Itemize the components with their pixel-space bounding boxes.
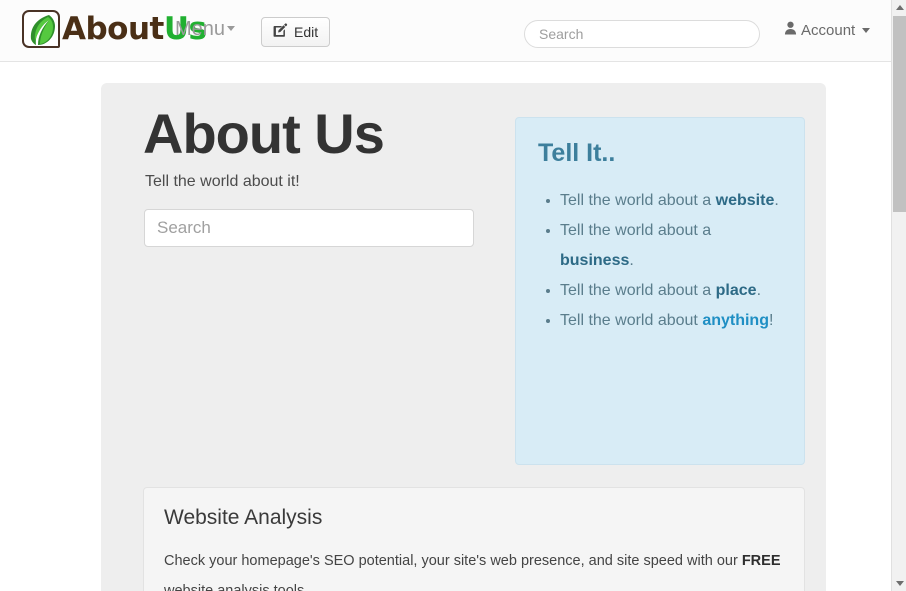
menu-dropdown-toggle[interactable]: Menu <box>175 18 236 41</box>
hero-search-input[interactable] <box>144 208 474 247</box>
list-item: Tell the world about a place. <box>546 276 782 306</box>
list-item-suffix: . <box>774 192 779 209</box>
website-analysis-text: Check your homepage's SEO potential, you… <box>164 546 784 591</box>
person-icon <box>784 21 797 39</box>
hero-section: About Us Tell the world about it! Tell I… <box>101 83 826 591</box>
tell-it-title: Tell It.. <box>538 139 616 167</box>
caret-down-icon <box>227 26 236 32</box>
page-title: About Us <box>143 102 385 165</box>
page-body: About Us Tell the world about it! Tell I… <box>0 63 891 591</box>
website-analysis-title: Website Analysis <box>164 506 323 529</box>
header-search-input[interactable] <box>524 20 760 48</box>
tell-it-panel: Tell It.. Tell the world about a website… <box>515 117 805 465</box>
list-item-prefix: Tell the world about a <box>560 192 716 209</box>
hero-left-column: About Us Tell the world about it! <box>143 102 483 247</box>
list-item-keyword[interactable]: place <box>716 282 757 299</box>
tell-it-list: Tell the world about a website. Tell the… <box>538 186 782 336</box>
list-item: Tell the world about a business. <box>546 216 782 276</box>
list-item-prefix: Tell the world about a <box>560 282 716 299</box>
scroll-up-button[interactable] <box>892 0 906 15</box>
edit-button[interactable]: Edit <box>261 17 331 47</box>
list-item-keyword[interactable]: business <box>560 252 629 269</box>
analysis-text-free: FREE <box>741 553 781 569</box>
list-item: Tell the world about anything! <box>546 306 782 336</box>
list-item-suffix: . <box>629 252 634 269</box>
list-item-suffix: . <box>756 282 762 299</box>
scrollbar-thumb[interactable] <box>893 16 906 212</box>
caret-down-icon <box>862 27 871 33</box>
list-item-keyword[interactable]: website <box>716 192 775 209</box>
website-analysis-panel: Website Analysis Check your homepage's S… <box>143 487 805 591</box>
brand-text-about: About <box>62 11 164 47</box>
main-content-container: About Us Tell the world about it! Tell I… <box>101 83 826 591</box>
list-item: Tell the world about a website. <box>546 186 782 216</box>
edit-button-label: Edit <box>294 24 319 40</box>
analysis-text-start: Check your homepage's SEO potential, you… <box>164 553 742 569</box>
scroll-down-arrow-icon <box>895 581 904 586</box>
scroll-up-arrow-icon <box>895 5 904 10</box>
account-dropdown-toggle[interactable]: Account <box>784 21 871 39</box>
list-item-prefix: Tell the world about <box>560 312 703 329</box>
list-item-suffix: ! <box>768 312 774 329</box>
leaf-logo-icon <box>22 10 60 48</box>
analysis-text-end: website analysis tools. <box>164 583 309 591</box>
scroll-down-button[interactable] <box>892 576 906 591</box>
menu-label: Menu <box>175 18 226 40</box>
vertical-scrollbar[interactable] <box>891 0 906 591</box>
site-header: AboutUs Menu Edit Account <box>0 0 891 62</box>
browser-viewport: AboutUs Menu Edit Account <box>0 0 906 591</box>
pencil-square-edit-icon <box>273 23 288 41</box>
account-label: Account <box>801 21 856 39</box>
list-item-prefix: Tell the world about a <box>560 222 712 239</box>
list-item-keyword[interactable]: anything <box>702 312 769 329</box>
page-tagline: Tell the world about it! <box>145 172 300 190</box>
